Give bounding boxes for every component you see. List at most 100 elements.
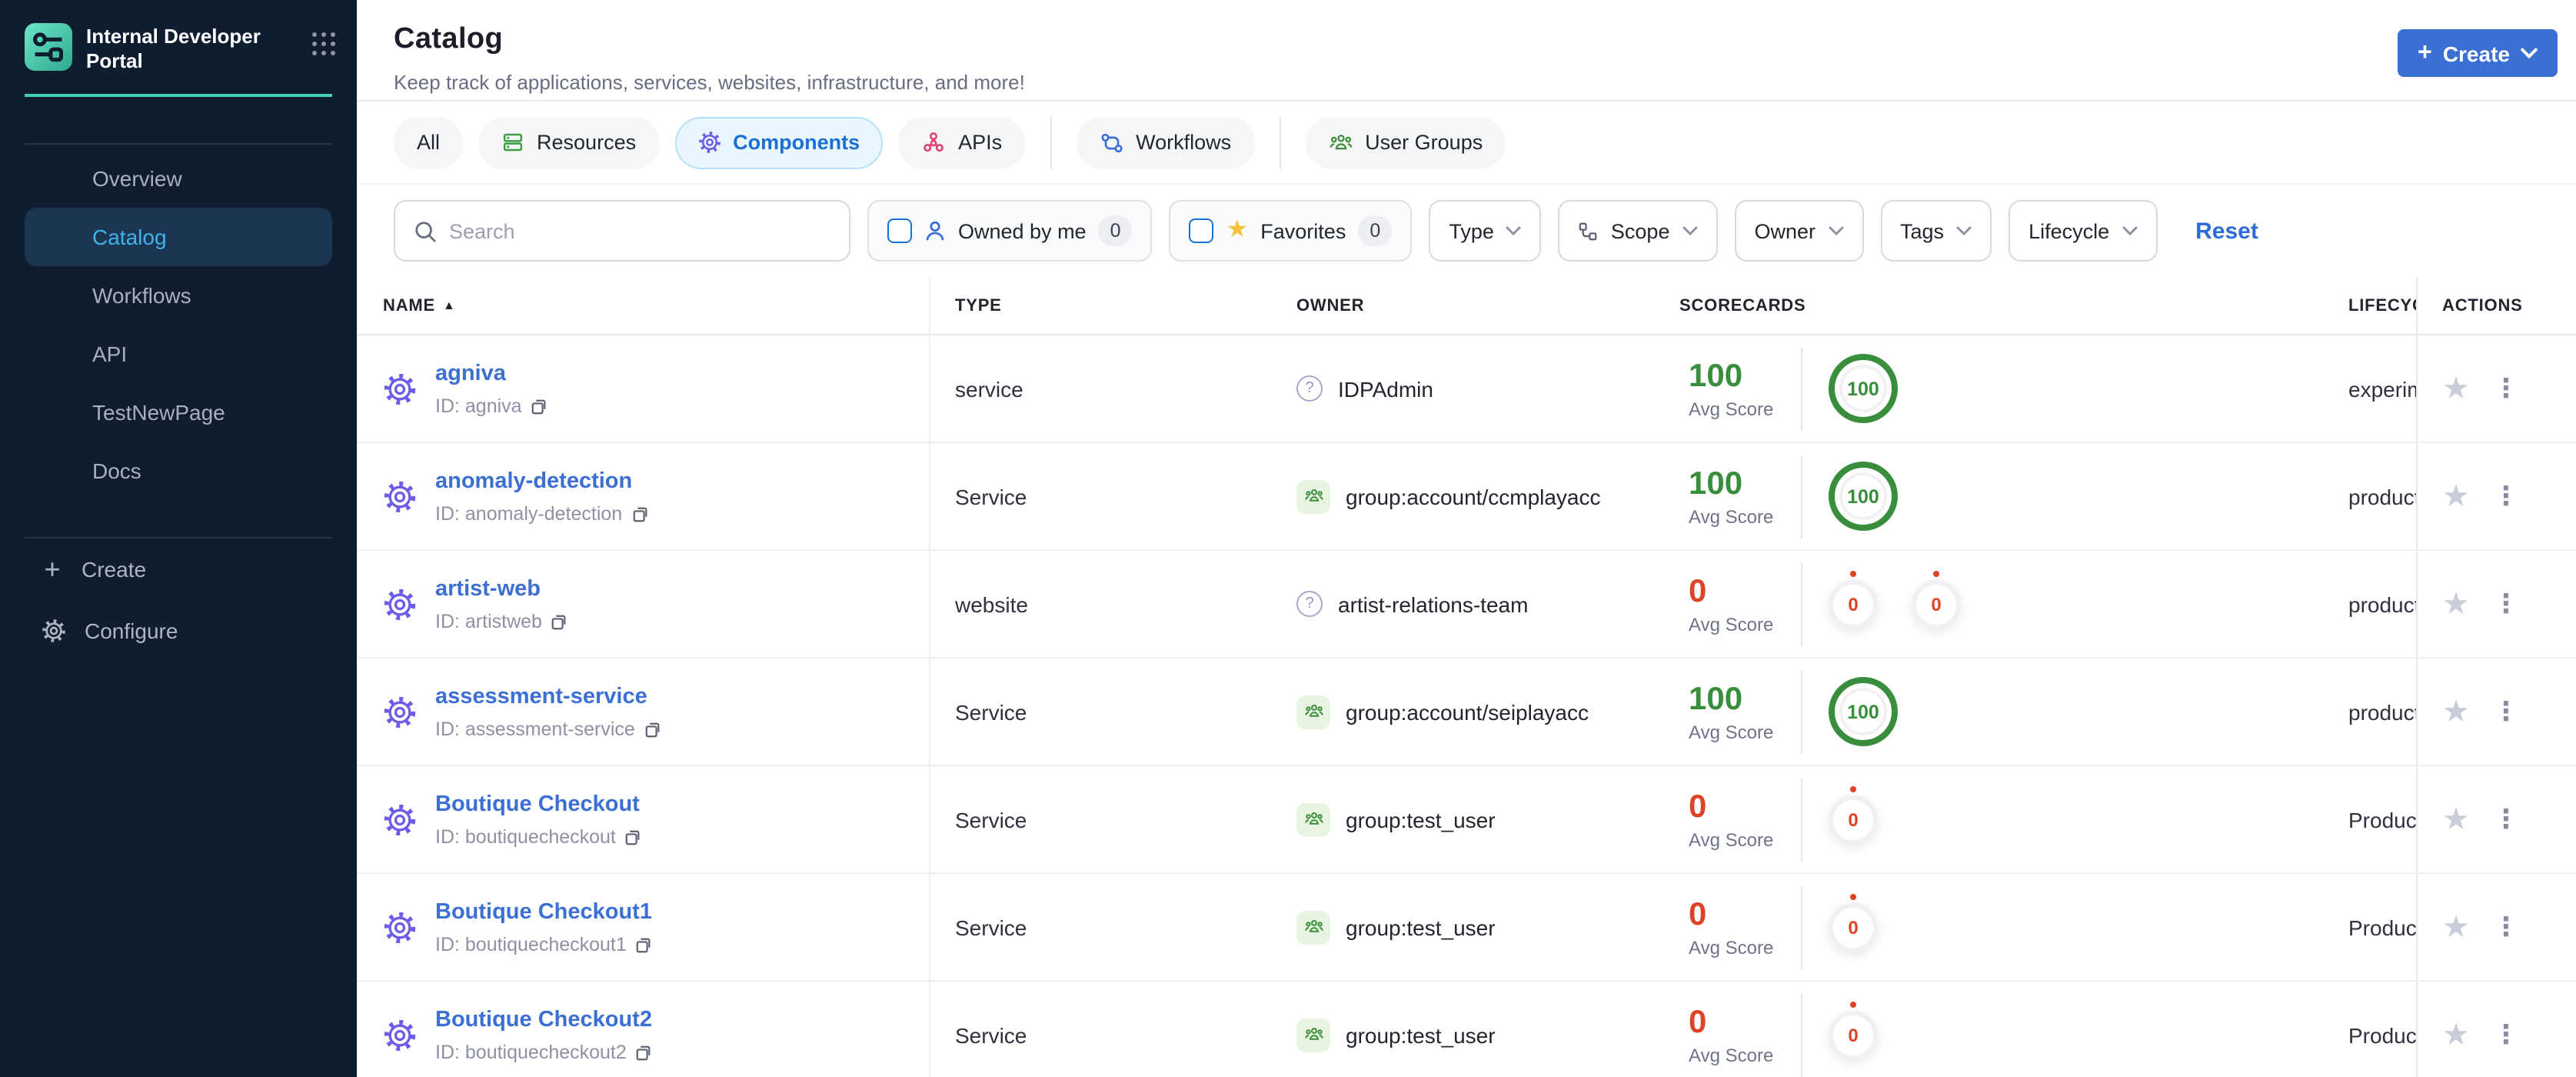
row-menu-button[interactable]: ⋮ bbox=[2493, 1022, 2519, 1048]
owner-name: group:test_user bbox=[1346, 915, 1496, 939]
component-gear-icon bbox=[383, 802, 417, 836]
owned-by-me-filter[interactable]: Owned by me 0 bbox=[867, 200, 1153, 262]
copy-icon[interactable] bbox=[636, 1044, 653, 1061]
favorite-star-button[interactable]: ★ bbox=[2442, 589, 2470, 619]
owner-dropdown[interactable]: Owner bbox=[1734, 200, 1863, 262]
component-name-link[interactable]: assessment-service bbox=[435, 685, 647, 709]
actions-cell: ★ ⋮ bbox=[2416, 443, 2576, 549]
sidebar-item-docs[interactable]: Docs bbox=[25, 442, 332, 500]
component-id: ID: agniva bbox=[435, 395, 522, 417]
copy-icon[interactable] bbox=[551, 613, 568, 630]
component-name-link[interactable]: Boutique Checkout bbox=[435, 792, 640, 817]
scorecard-ring[interactable]: 0 bbox=[1829, 785, 1878, 844]
component-name-link[interactable]: agniva bbox=[435, 362, 506, 386]
tab-components[interactable]: Components bbox=[674, 116, 884, 168]
sidebar-configure-label: Configure bbox=[85, 619, 178, 643]
create-button[interactable]: + Create bbox=[2398, 29, 2558, 77]
copy-icon[interactable] bbox=[644, 721, 661, 738]
tab-workflows[interactable]: Workflows bbox=[1076, 116, 1255, 168]
divider bbox=[1050, 116, 1052, 168]
table-row: artist-web ID: artistweb website ? artis… bbox=[357, 551, 2576, 659]
scorecard-ring[interactable]: 0 bbox=[1829, 570, 1878, 629]
component-name-link[interactable]: Boutique Checkout2 bbox=[435, 1008, 652, 1032]
scorecard-rings: 100 bbox=[1829, 354, 1898, 423]
plus-icon: + bbox=[2418, 39, 2432, 65]
divider bbox=[1801, 993, 1802, 1076]
group-icon bbox=[1296, 802, 1330, 836]
name-cell: artist-web ID: artistweb bbox=[357, 551, 930, 657]
favorite-star-button[interactable]: ★ bbox=[2442, 804, 2470, 835]
owner-cell: ? artist-relations-team bbox=[1296, 591, 1679, 617]
favorites-label: Favorites bbox=[1260, 219, 1346, 242]
type-dropdown[interactable]: Type bbox=[1429, 200, 1542, 262]
row-menu-button[interactable]: ⋮ bbox=[2493, 806, 2519, 832]
table-row: Boutique Checkout1 ID: boutiquecheckout1… bbox=[357, 874, 2576, 982]
actions-cell: ★ ⋮ bbox=[2416, 551, 2576, 657]
avg-score-label: Avg Score bbox=[1689, 721, 1774, 742]
row-menu-button[interactable]: ⋮ bbox=[2493, 914, 2519, 940]
lifecycle-cell: production bbox=[2348, 592, 2416, 616]
copy-icon[interactable] bbox=[631, 505, 648, 522]
scorecard-ring[interactable]: 0 bbox=[1912, 570, 1961, 629]
sidebar-item-catalog[interactable]: Catalog bbox=[25, 208, 332, 266]
table-header: NAME ▲ TYPE OWNER SCORECARDS LIFECYCLE A… bbox=[357, 277, 2576, 335]
sidebar-item-overview[interactable]: Overview bbox=[25, 149, 332, 208]
scorecard-ring[interactable]: 100 bbox=[1829, 462, 1898, 531]
favorites-checkbox[interactable] bbox=[1189, 218, 1214, 243]
sidebar-footer: + Create Configure bbox=[0, 537, 357, 662]
tab-all[interactable]: All bbox=[394, 116, 464, 168]
owned-by-me-checkbox[interactable] bbox=[887, 218, 912, 243]
type-cell: Service bbox=[955, 915, 1027, 939]
favorites-filter[interactable]: ★ Favorites 0 bbox=[1169, 200, 1413, 262]
apps-grid-icon[interactable] bbox=[312, 32, 335, 55]
avg-score-label: Avg Score bbox=[1689, 829, 1774, 850]
avg-score-value: 100 bbox=[1689, 681, 1743, 716]
divider bbox=[1801, 670, 1802, 753]
tags-dropdown[interactable]: Tags bbox=[1880, 200, 1992, 262]
actions-cell: ★ ⋮ bbox=[2416, 874, 2576, 980]
reset-filters-link[interactable]: Reset bbox=[2195, 218, 2258, 244]
sidebar-item-testnewpage[interactable]: TestNewPage bbox=[25, 383, 332, 442]
scorecard-rings: 0 bbox=[1829, 893, 1878, 952]
tab-apis[interactable]: APIs bbox=[898, 116, 1026, 168]
column-header-actions: ACTIONS bbox=[2416, 277, 2576, 334]
row-menu-button[interactable]: ⋮ bbox=[2493, 699, 2519, 725]
favorite-star-button[interactable]: ★ bbox=[2442, 696, 2470, 727]
row-menu-button[interactable]: ⋮ bbox=[2493, 483, 2519, 509]
scorecard-ring[interactable]: 100 bbox=[1829, 354, 1898, 423]
favorite-star-button[interactable]: ★ bbox=[2442, 912, 2470, 942]
favorite-star-button[interactable]: ★ bbox=[2442, 1019, 2470, 1050]
name-cell: agniva ID: agniva bbox=[357, 335, 930, 442]
actions-cell: ★ ⋮ bbox=[2416, 766, 2576, 872]
tab-resources[interactable]: Resources bbox=[478, 116, 660, 168]
sidebar-item-api[interactable]: API bbox=[25, 325, 332, 383]
copy-icon[interactable] bbox=[531, 398, 548, 415]
scope-dropdown[interactable]: Scope bbox=[1558, 200, 1718, 262]
component-id: ID: assessment-service bbox=[435, 719, 635, 740]
avg-score-value: 0 bbox=[1689, 789, 1707, 824]
favorite-star-button[interactable]: ★ bbox=[2442, 373, 2470, 404]
sidebar-create-button[interactable]: + Create bbox=[0, 538, 357, 600]
tab-label: Resources bbox=[537, 131, 637, 154]
search-input[interactable] bbox=[449, 219, 830, 242]
scorecard-ring[interactable]: 0 bbox=[1829, 893, 1878, 952]
component-name-link[interactable]: anomaly-detection bbox=[435, 469, 632, 494]
component-name-link[interactable]: Boutique Checkout1 bbox=[435, 900, 652, 925]
tab-user-groups[interactable]: User Groups bbox=[1305, 116, 1506, 168]
owner-cell: group:test_user bbox=[1296, 1018, 1679, 1052]
row-menu-button[interactable]: ⋮ bbox=[2493, 375, 2519, 402]
lifecycle-dropdown[interactable]: Lifecycle bbox=[2009, 200, 2158, 262]
owner-cell: ? IDPAdmin bbox=[1296, 375, 1679, 402]
scorecard-ring[interactable]: 100 bbox=[1829, 677, 1898, 746]
component-name-link[interactable]: artist-web bbox=[435, 577, 541, 602]
divider bbox=[1801, 562, 1802, 645]
copy-icon[interactable] bbox=[636, 936, 653, 953]
scorecard-ring[interactable]: 0 bbox=[1829, 1001, 1878, 1059]
favorite-star-button[interactable]: ★ bbox=[2442, 481, 2470, 512]
name-cell: Boutique Checkout1 ID: boutiquecheckout1 bbox=[357, 874, 930, 980]
copy-icon[interactable] bbox=[625, 829, 642, 845]
row-menu-button[interactable]: ⋮ bbox=[2493, 591, 2519, 617]
sidebar-configure-button[interactable]: Configure bbox=[0, 600, 357, 662]
column-header-name[interactable]: NAME ▲ bbox=[357, 277, 930, 334]
sidebar-item-workflows[interactable]: Workflows bbox=[25, 266, 332, 325]
